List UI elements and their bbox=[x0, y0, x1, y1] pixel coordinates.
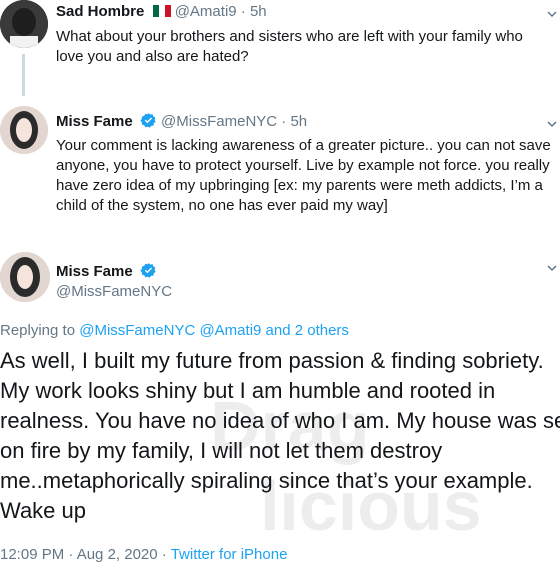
verified-badge-icon bbox=[140, 263, 156, 278]
replying-prefix: Replying to bbox=[0, 322, 76, 339]
tweet-text: Your comment is lacking awareness of a g… bbox=[56, 136, 556, 216]
username[interactable]: @Amati9 bbox=[175, 3, 237, 20]
separator-dot: · bbox=[240, 3, 246, 20]
mexico-flag-icon bbox=[152, 5, 171, 17]
display-name-text[interactable]: Miss Fame bbox=[56, 263, 133, 280]
avatar[interactable] bbox=[0, 106, 48, 154]
thread-line bbox=[22, 54, 25, 96]
timestamp[interactable]: 5h bbox=[250, 3, 267, 20]
tweet-text-line: child of the system, no one has ever pai… bbox=[56, 197, 388, 214]
tweet-header: Sad Hombre @Amati9 · 5h bbox=[56, 3, 267, 20]
chevron-down-icon[interactable] bbox=[546, 8, 558, 20]
avatar-image bbox=[0, 0, 48, 48]
timestamp[interactable]: 5h bbox=[290, 113, 307, 130]
avatar[interactable] bbox=[0, 0, 48, 48]
tweet-text-line: have zero idea of my upbringing [ex: my … bbox=[56, 177, 543, 194]
avatar[interactable] bbox=[0, 252, 50, 302]
tweet-text-line: on fire by my family, I will not let the… bbox=[0, 438, 443, 463]
replying-handles-link[interactable]: @MissFameNYC @Amati9 and 2 others bbox=[79, 322, 349, 339]
tweet-header: Miss Fame @MissFameNYC · 5h bbox=[56, 112, 307, 130]
tweet-text-line: My work looks shiny but I am humble and … bbox=[0, 378, 496, 403]
avatar-image bbox=[0, 106, 48, 154]
tweet-text-line: As well, I built my future from passion … bbox=[0, 348, 544, 373]
tweet-text: What about your brothers and sisters who… bbox=[56, 27, 556, 67]
display-name: Miss Fame bbox=[56, 262, 157, 280]
tweet-text-line: Your comment is lacking awareness of a g… bbox=[56, 137, 551, 154]
username[interactable]: @MissFameNYC bbox=[56, 283, 172, 300]
display-name[interactable]: Miss Fame bbox=[56, 113, 133, 130]
display-name[interactable]: Sad Hombre bbox=[56, 3, 144, 20]
separator-dot: · bbox=[281, 113, 287, 130]
tweet-text-line: love you and also are hated? bbox=[56, 48, 249, 65]
tweet-text-line: What about your brothers and sisters who… bbox=[56, 28, 523, 45]
verified-badge-icon bbox=[140, 113, 156, 128]
main-tweet-text: As well, I built my future from passion … bbox=[0, 346, 560, 526]
tweet-timestamp[interactable]: 12:09 PM · Aug 2, 2020 bbox=[0, 546, 158, 563]
username[interactable]: @MissFameNYC bbox=[161, 113, 277, 130]
chevron-down-icon[interactable] bbox=[546, 118, 558, 130]
tweet-text-line: me..metaphorically spiraling since that’… bbox=[0, 468, 533, 493]
tweet-text-line: anyone, you have to protect yourself. Li… bbox=[56, 157, 550, 174]
tweet-text-line: Wake up bbox=[0, 498, 87, 523]
tweet-meta: 12:09 PM · Aug 2, 2020 · Twitter for iPh… bbox=[0, 546, 287, 563]
tweet-source-link[interactable]: Twitter for iPhone bbox=[171, 546, 288, 563]
avatar-image bbox=[0, 252, 50, 302]
chevron-down-icon[interactable] bbox=[546, 262, 558, 274]
reply-tweet-amati9[interactable]: Sad Hombre @Amati9 · 5h What about your … bbox=[0, 0, 560, 96]
replying-to: Replying to @MissFameNYC @Amati9 and 2 o… bbox=[0, 322, 349, 339]
separator-dot: · bbox=[161, 546, 167, 563]
tweet-text-line: realness. You have no idea of who I am. … bbox=[0, 408, 560, 433]
